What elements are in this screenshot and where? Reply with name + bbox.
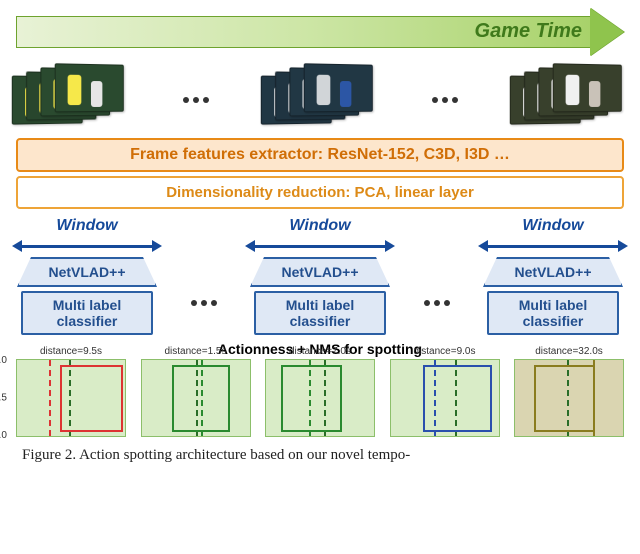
window-span-icon [245,239,395,253]
window-span-icon [478,239,628,253]
arrow-head-icon [590,8,624,56]
ytick-label: 0.0 [0,430,7,441]
classifier-line2: classifier [523,313,584,329]
ellipsis-icon [183,89,209,103]
netvlad-block: NetVLAD++ [483,257,623,287]
game-time-label: Game Time [475,20,582,43]
window-label: Window [56,217,117,235]
classifier-block: Multi label classifier [487,291,619,335]
ytick-label: 0.5 [0,393,7,404]
feature-extractor-box: Frame features extractor: ResNet-152, C3… [16,138,624,172]
window-span-icon [12,239,162,253]
detection-window-box [60,365,123,432]
mini-plot: distance=1.5s [141,359,251,437]
classifier-line2: classifier [57,313,118,329]
distance-label: distance=32.0s [535,346,603,357]
window-label: Window [289,217,350,235]
mini-plot: distance=9.0s [390,359,500,437]
detection-window-box [534,365,594,432]
detection-window-box [172,365,230,432]
frame-stack [261,62,379,130]
classifier-line1: Multi label [519,297,587,313]
netvlad-block: NetVLAD++ [17,257,157,287]
frame-stacks-row [12,62,628,130]
mini-plot: distance=9.5s0.00.51.0 [16,359,126,437]
figure-caption: Figure 2. Action spotting architecture b… [22,447,618,464]
game-time-arrow: Game Time [16,8,624,56]
classifier-line1: Multi label [286,297,354,313]
classifier-line1: Multi label [53,297,121,313]
ellipsis-icon [191,292,217,306]
distance-label: distance=9.0s [414,346,476,357]
distance-label: distance=1.5s [165,346,227,357]
mini-plot: distance=7.0s [265,359,375,437]
window-column: Window NetVLAD++ Multi label classifier [245,217,395,335]
ellipsis-icon [432,89,458,103]
window-label: Window [522,217,583,235]
mini-plot: distance=32.0s [514,359,624,437]
mini-plots-row: distance=9.5s0.00.51.0distance=1.5sdista… [16,359,624,437]
classifier-block: Multi label classifier [254,291,386,335]
frame-stack [12,62,130,130]
ytick-label: 1.0 [0,355,7,366]
classifier-block: Multi label classifier [21,291,153,335]
diagram-canvas: Game Time Frame features extractor: ResN… [0,0,640,464]
window-column: Window NetVLAD++ Multi label classifier [12,217,162,335]
netvlad-block: NetVLAD++ [250,257,390,287]
window-column: Window NetVLAD++ Multi label classifier [478,217,628,335]
frame-stack [510,62,628,130]
ellipsis-icon [424,292,450,306]
detection-window-box [423,365,492,432]
dim-reduction-box: Dimensionality reduction: PCA, linear la… [16,176,624,209]
classifier-line2: classifier [290,313,351,329]
distance-label: distance=7.0s [289,346,351,357]
window-columns: Window NetVLAD++ Multi label classifier … [12,217,628,335]
detection-window-box [281,365,342,432]
detection-marker [49,360,51,436]
distance-label: distance=9.5s [40,346,102,357]
